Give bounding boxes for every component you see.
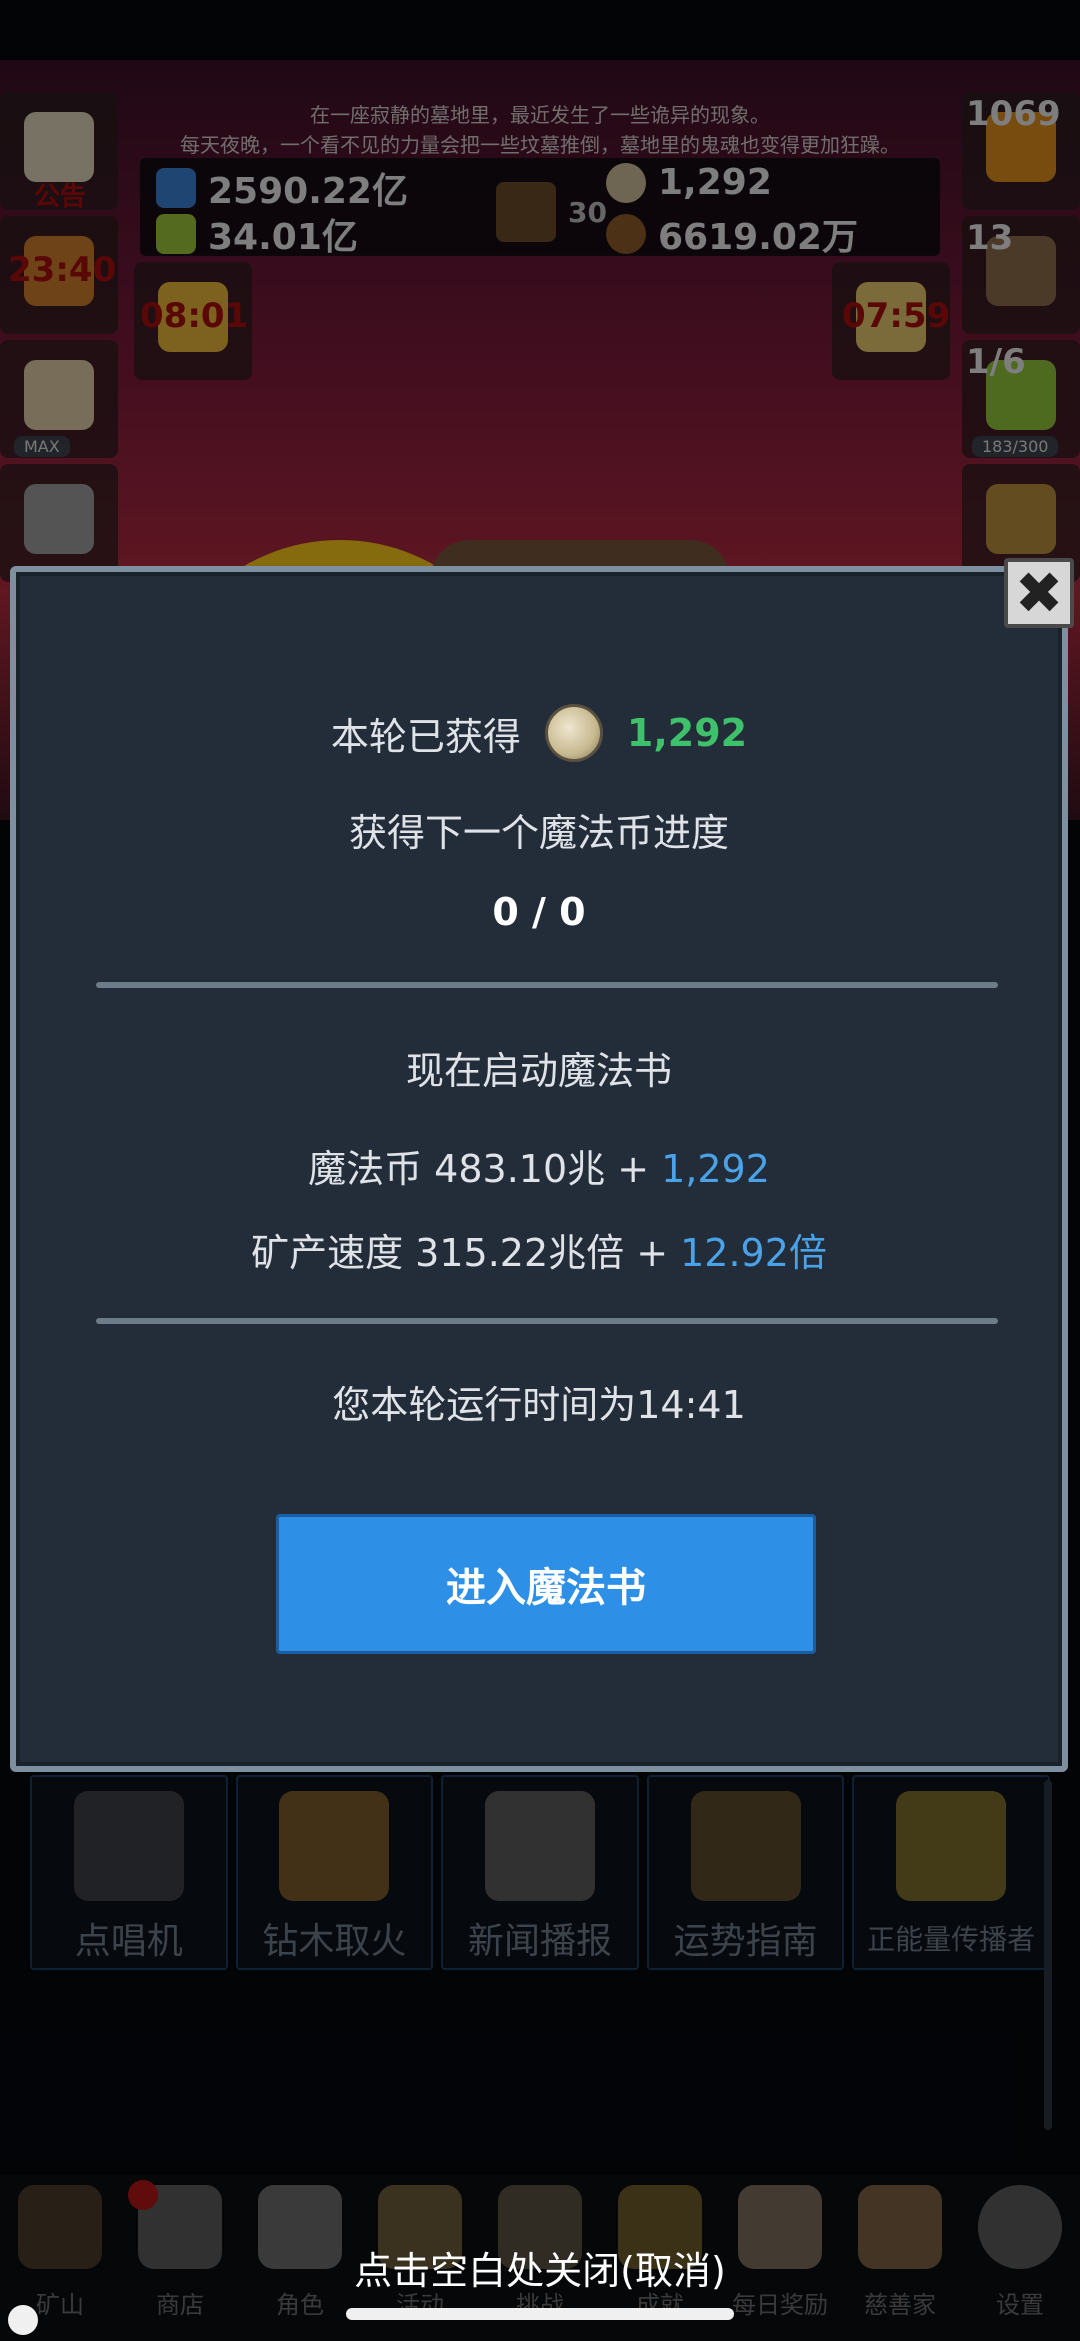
close-button[interactable]: ✖ [1004,558,1074,628]
divider [96,1318,998,1324]
mining-speed-line: 矿产速度 315.22兆倍 + 12.92倍 [16,1222,1062,1277]
runtime-text: 您本轮运行时间为14:41 [332,1383,746,1427]
home-indicator[interactable] [346,2308,734,2320]
close-icon: ✖ [1014,559,1064,627]
magic-coin-line: 魔法币 483.10兆 + 1,292 [16,1138,1062,1193]
earned-label: 本轮已获得 [330,714,521,759]
mining-speed-bonus: 12.92倍 [680,1231,827,1275]
progress-value: 0 / 0 [492,890,586,934]
magic-coin-bonus: 1,292 [661,1147,770,1191]
dismiss-hint: 点击空白处关闭(取消) [354,2249,726,2293]
magic-book-dialog: 本轮已获得 1,292 获得下一个魔法币进度 0 / 0 现在启动魔法书 魔法币… [10,566,1068,1772]
earned-value: 1,292 [626,711,748,755]
magic-coin-total: 魔法币 483.10兆 + [308,1147,662,1191]
launch-label: 现在启动魔法书 [405,1049,672,1093]
magic-coin-icon [544,704,603,762]
enter-magic-book-button[interactable]: 进入魔法书 [276,1514,816,1654]
earned-row: 本轮已获得 1,292 [16,704,1062,762]
mining-speed-total: 矿产速度 315.22兆倍 + [251,1231,681,1275]
progress-label: 获得下一个魔法币进度 [348,811,729,855]
assistive-touch-dot[interactable] [8,2305,38,2335]
divider [96,982,998,988]
